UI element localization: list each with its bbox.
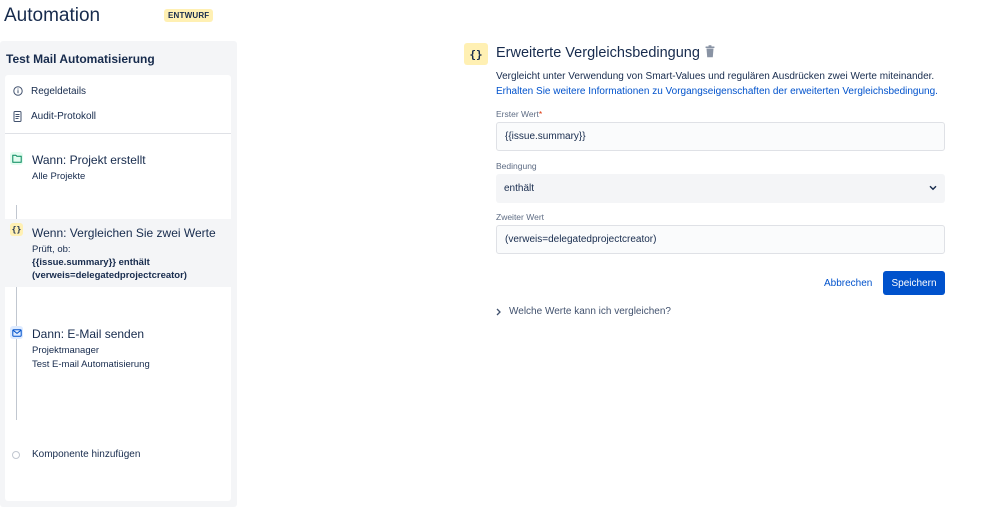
add-component-button[interactable]: Komponente hinzufügen: [5, 446, 231, 466]
expander-label: Welche Werte kann ich vergleichen?: [509, 306, 671, 317]
step-detail: Prüft, ob:: [32, 244, 71, 255]
step-trigger-project-created[interactable]: Wann: Projekt erstellt Alle Projekte: [5, 147, 231, 197]
document-icon: [12, 110, 23, 122]
trash-icon[interactable]: [704, 45, 717, 59]
step-detail: {{issue.summary}} enthält: [32, 257, 150, 268]
rule-name: Test Mail Automatisierung: [6, 52, 155, 66]
learn-more-link[interactable]: Erhalten Sie weitere Informationen zu Vo…: [496, 86, 938, 97]
step-detail: Test E-mail Automatisierung: [32, 359, 150, 370]
cancel-button[interactable]: Abbrechen: [820, 271, 876, 295]
step-condition-compare-values[interactable]: {} Wenn: Vergleichen Sie zwei Werte Prüf…: [5, 219, 231, 287]
nav-audit-log[interactable]: Audit-Protokoll: [12, 106, 96, 126]
chevron-right-icon: [496, 308, 501, 315]
status-badge: ENTWURF: [164, 9, 214, 22]
chevron-down-icon: [929, 183, 937, 194]
first-value-label: Erster Wert*: [496, 109, 543, 119]
braces-icon: {}: [10, 223, 23, 236]
page-title: Automation: [4, 5, 101, 26]
condition-selected-value: enthält: [504, 183, 535, 194]
condition-select[interactable]: enthält: [496, 174, 945, 203]
nav-rule-details-label: Regeldetails: [31, 85, 87, 97]
info-icon: [12, 86, 23, 97]
save-button[interactable]: Speichern: [883, 271, 945, 295]
add-component-label: Komponente hinzufügen: [32, 449, 141, 460]
mail-icon: [10, 326, 23, 339]
required-marker: *: [538, 109, 543, 119]
timeline-dot-icon: [12, 451, 20, 459]
second-value-label: Zweiter Wert: [496, 212, 545, 222]
first-value-input[interactable]: [496, 122, 945, 151]
step-detail: (verweis=delegatedprojectcreator): [32, 270, 187, 281]
step-title: Wenn: Vergleichen Sie zwei Werte: [32, 226, 216, 240]
step-detail: Alle Projekte: [32, 171, 86, 182]
sidebar-divider: [5, 133, 231, 134]
step-detail: Projektmanager: [32, 345, 100, 356]
nav-rule-details[interactable]: Regeldetails: [12, 81, 86, 101]
folder-icon: [10, 152, 23, 165]
nav-audit-log-label: Audit-Protokoll: [31, 110, 97, 122]
second-value-input[interactable]: [496, 225, 945, 254]
editor-description: Vergleicht unter Verwendung von Smart-Va…: [496, 71, 935, 82]
rule-components-panel: Regeldetails Audit-Protokoll Wann: Proje…: [5, 75, 231, 501]
editor-title: Erweiterte Vergleichsbedingung: [496, 45, 700, 61]
step-action-send-email[interactable]: Dann: E-Mail senden Projektmanager Test …: [5, 321, 231, 371]
step-title: Wann: Projekt erstellt: [32, 153, 146, 167]
compare-values-help-expander[interactable]: Welche Werte kann ich vergleichen?: [496, 306, 671, 317]
condition-label: Bedingung: [496, 161, 537, 171]
step-title: Dann: E-Mail senden: [32, 327, 145, 341]
braces-icon: {}: [464, 43, 488, 65]
rule-sidebar: Test Mail Automatisierung Regeldetails A…: [0, 41, 237, 507]
